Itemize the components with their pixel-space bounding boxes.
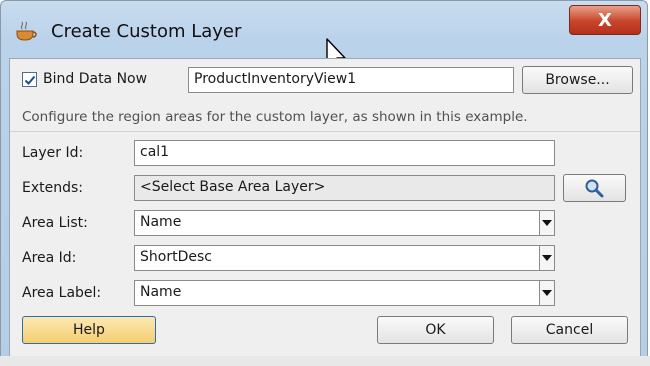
- area-label-value: Name: [140, 284, 182, 300]
- area-id-label: Area Id:: [22, 250, 77, 266]
- chevron-down-icon[interactable]: [539, 281, 554, 305]
- checkmark-icon: [24, 75, 35, 85]
- area-label-select[interactable]: Name: [134, 280, 555, 306]
- layer-id-input[interactable]: cal1: [134, 140, 555, 166]
- area-id-value: ShortDesc: [140, 249, 212, 265]
- bind-data-checkbox[interactable]: [22, 72, 37, 87]
- app-icon: [16, 21, 37, 41]
- close-icon: X: [598, 9, 612, 31]
- area-list-value: Name: [140, 214, 182, 230]
- ok-button[interactable]: OK: [377, 316, 494, 344]
- dialog-window: Create Custom Layer X Bind Data Now Prod…: [0, 0, 648, 362]
- area-label-label: Area Label:: [22, 285, 102, 301]
- extends-label: Extends:: [22, 180, 84, 196]
- area-list-select[interactable]: Name: [134, 210, 555, 236]
- close-button[interactable]: X: [569, 5, 641, 35]
- search-button[interactable]: [563, 174, 626, 202]
- cancel-button[interactable]: Cancel: [511, 316, 628, 344]
- bind-data-label: Bind Data Now: [43, 71, 148, 87]
- extends-input[interactable]: <Select Base Area Layer>: [134, 175, 555, 201]
- hint-text: Configure the region areas for the custo…: [22, 109, 528, 125]
- browse-button[interactable]: Browse...: [522, 66, 633, 94]
- chevron-down-icon[interactable]: [539, 211, 554, 235]
- window-title: Create Custom Layer: [51, 21, 242, 42]
- title-bar[interactable]: Create Custom Layer X: [1, 1, 647, 55]
- data-source-input[interactable]: ProductInventoryView1: [188, 67, 514, 93]
- chevron-down-icon[interactable]: [539, 246, 554, 270]
- area-list-label: Area List:: [22, 215, 88, 231]
- area-id-select[interactable]: ShortDesc: [134, 245, 555, 271]
- dialog-content: Bind Data Now ProductInventoryView1 Brow…: [9, 58, 641, 357]
- background-strip: [0, 356, 650, 366]
- layer-id-label: Layer Id:: [22, 145, 84, 161]
- divider: [10, 131, 640, 132]
- help-button[interactable]: Help: [22, 316, 156, 344]
- magnifier-icon: [585, 179, 603, 198]
